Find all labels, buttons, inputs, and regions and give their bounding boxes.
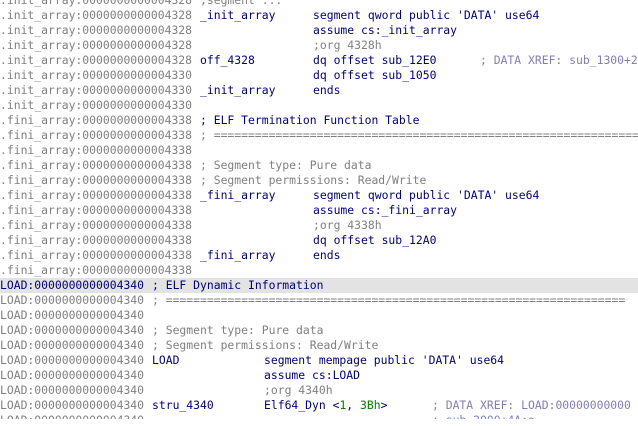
- listing-line[interactable]: .fini_array:0000000000004338 dq offset su…: [0, 233, 638, 248]
- line-address: .fini_array:0000000000004338: [0, 263, 193, 277]
- listing-line[interactable]: .init_array:0000000000004328 ;org 4328h: [0, 38, 638, 53]
- line-address: LOAD:0000000000004340: [0, 323, 145, 337]
- line-address: LOAD:0000000000004340: [0, 338, 145, 352]
- line-address: .init_array:0000000000004328: [0, 0, 193, 7]
- line-address: .init_array:0000000000004328: [0, 53, 193, 67]
- line-xref-comment[interactable]: ; DATA XREF: LOAD:00000000000: [432, 398, 631, 413]
- instruction-part: 3Bh: [360, 398, 381, 412]
- line-address: LOAD:0000000000004340: [0, 413, 144, 419]
- line-instruction[interactable]: ends: [313, 83, 340, 98]
- line-address: LOAD:0000000000004340: [0, 383, 145, 397]
- listing-line[interactable]: .fini_array:0000000000004338 _fini_array s…: [0, 188, 638, 203]
- line-address: .fini_array:0000000000004338: [0, 248, 193, 262]
- listing-line[interactable]: .init_array:0000000000004330 dq offset su…: [0, 68, 638, 83]
- line-instruction[interactable]: ends: [313, 248, 340, 263]
- listing-line[interactable]: LOAD:0000000000004340 ; sub_2000+4A↑o ...: [0, 413, 638, 419]
- line-address: LOAD:0000000000004340: [0, 398, 145, 412]
- line-address: LOAD:0000000000004340: [0, 278, 145, 292]
- line-address: .init_array:0000000000004328: [0, 23, 193, 37]
- line-address: .fini_array:0000000000004338: [0, 128, 193, 142]
- line-address: .init_array:0000000000004330: [0, 68, 193, 82]
- line-address: .init_array:0000000000004330: [0, 98, 193, 112]
- listing-line[interactable]: .fini_array:0000000000004338 ; Segment pe…: [0, 173, 638, 188]
- listing-line[interactable]: LOAD:0000000000004340 ; =================…: [0, 293, 638, 308]
- line-label[interactable]: _fini_array: [200, 248, 275, 263]
- line-comment: ;org 4328h: [313, 38, 382, 52]
- listing-line[interactable]: .init_array:0000000000004330 _init_array e…: [0, 83, 638, 98]
- line-instruction[interactable]: assume cs:_init_array: [313, 23, 457, 38]
- line-address: .fini_array:0000000000004338: [0, 188, 193, 202]
- line-address: .fini_array:0000000000004338: [0, 113, 193, 127]
- line-address: LOAD:0000000000004340: [0, 368, 145, 382]
- instruction-part: >: [380, 398, 388, 412]
- line-instruction[interactable]: segment qword public 'DATA' use64: [313, 8, 539, 23]
- line-comment: ; Segment permissions: Read/Write: [152, 338, 379, 352]
- line-label[interactable]: _init_array: [200, 83, 275, 98]
- line-address: LOAD:0000000000004340: [0, 353, 145, 367]
- listing-line[interactable]: .fini_array:0000000000004338 ;org 4338h: [0, 218, 638, 233]
- listing-line[interactable]: LOAD:0000000000004340 ; Segment permissio…: [0, 338, 638, 353]
- line-address: .fini_array:0000000000004338: [0, 158, 193, 172]
- line-instruction[interactable]: dq offset sub_12E0: [313, 53, 436, 68]
- line-label[interactable]: stru_4340: [152, 398, 214, 413]
- listing-line[interactable]: .fini_array:0000000000004338: [0, 143, 638, 158]
- listing-line[interactable]: LOAD:0000000000004340 ; Segment type: Pur…: [0, 323, 638, 338]
- line-comment: ; Segment permissions: Read/Write: [200, 173, 427, 187]
- instruction-part: ,: [346, 398, 361, 412]
- listing-line[interactable]: .init_array:0000000000004330: [0, 98, 638, 113]
- listing-line[interactable]: .fini_array:0000000000004338 ; ELF Termin…: [0, 113, 638, 128]
- line-xref-comment[interactable]: ; DATA XREF: sub_1300+2: [480, 53, 638, 68]
- line-xref-comment[interactable]: ; sub_2000+4A↑o ...: [432, 413, 562, 419]
- line-address: .init_array:0000000000004328: [0, 8, 193, 22]
- line-comment: ; ======================================…: [200, 128, 638, 142]
- listing-line[interactable]: LOAD:0000000000004340 stru_4340 Elf64_Dyn …: [0, 398, 638, 413]
- line-instruction[interactable]: Elf64_Dyn <1, 3Bh>: [264, 398, 387, 413]
- line-comment: ;org 4340h: [264, 383, 333, 397]
- listing-line[interactable]: .fini_array:0000000000004338: [0, 263, 638, 278]
- listing-line[interactable]: LOAD:0000000000004340 ; ELF Dynamic Infor…: [0, 278, 638, 293]
- listing-line[interactable]: LOAD:0000000000004340 LOAD segment mempage…: [0, 353, 638, 368]
- line-comment: ;org 4338h: [313, 218, 382, 232]
- line-instruction[interactable]: dq offset sub_1050: [313, 68, 436, 83]
- line-address: LOAD:0000000000004340: [0, 293, 145, 307]
- line-instruction[interactable]: assume cs:LOAD: [264, 368, 360, 383]
- listing-line[interactable]: .init_array:0000000000004328 assume cs:_i…: [0, 23, 638, 38]
- listing-line[interactable]: .init_array:0000000000004328 ;segment ...: [0, 0, 638, 8]
- listing-line[interactable]: LOAD:0000000000004340: [0, 308, 638, 323]
- line-comment: ; Segment type: Pure data: [200, 158, 372, 172]
- listing-line[interactable]: .fini_array:0000000000004338 ; Segment ty…: [0, 158, 638, 173]
- line-instruction[interactable]: segment qword public 'DATA' use64: [313, 188, 539, 203]
- line-label[interactable]: LOAD: [152, 353, 179, 368]
- listing-line[interactable]: .init_array:0000000000004328 _init_array s…: [0, 8, 638, 23]
- listing-line[interactable]: .fini_array:0000000000004338 _fini_array e…: [0, 248, 638, 263]
- line-instruction[interactable]: assume cs:_fini_array: [313, 203, 457, 218]
- line-address: .init_array:0000000000004330: [0, 83, 193, 97]
- line-instruction[interactable]: segment mempage public 'DATA' use64: [264, 353, 504, 368]
- listing-line[interactable]: LOAD:0000000000004340 ;org 4340h: [0, 383, 638, 398]
- line-address: .fini_array:0000000000004338: [0, 173, 193, 187]
- instruction-part: Elf64_Dyn <: [264, 398, 340, 412]
- listing-line[interactable]: .init_array:0000000000004328 off_4328 dq o…: [0, 53, 638, 68]
- line-comment: ; ELF Dynamic Information: [152, 278, 324, 292]
- listing-line[interactable]: LOAD:0000000000004340 assume cs:LOAD: [0, 368, 638, 383]
- line-address: .fini_array:0000000000004338: [0, 203, 193, 217]
- line-comment: ; ELF Termination Function Table: [200, 113, 420, 127]
- line-address: .init_array:0000000000004328: [0, 38, 193, 52]
- line-address: .fini_array:0000000000004338: [0, 143, 193, 157]
- line-label[interactable]: off_4328: [200, 53, 255, 68]
- line-comment: ; Segment type: Pure data: [152, 323, 324, 337]
- listing-line[interactable]: .fini_array:0000000000004338 ; ==========…: [0, 128, 638, 143]
- line-address: .fini_array:0000000000004338: [0, 218, 193, 232]
- line-address: .fini_array:0000000000004338: [0, 233, 193, 247]
- line-instruction[interactable]: dq offset sub_12A0: [313, 233, 436, 248]
- line-comment: ; ======================================…: [152, 293, 626, 307]
- disassembly-listing[interactable]: .init_array:0000000000004328 ;segment ...…: [0, 0, 638, 419]
- line-label[interactable]: _init_array: [200, 8, 275, 23]
- listing-line[interactable]: .fini_array:0000000000004338 assume cs:_f…: [0, 203, 638, 218]
- line-address: LOAD:0000000000004340: [0, 308, 145, 322]
- line-label[interactable]: _fini_array: [200, 188, 275, 203]
- line-text: ;segment ...: [200, 0, 283, 7]
